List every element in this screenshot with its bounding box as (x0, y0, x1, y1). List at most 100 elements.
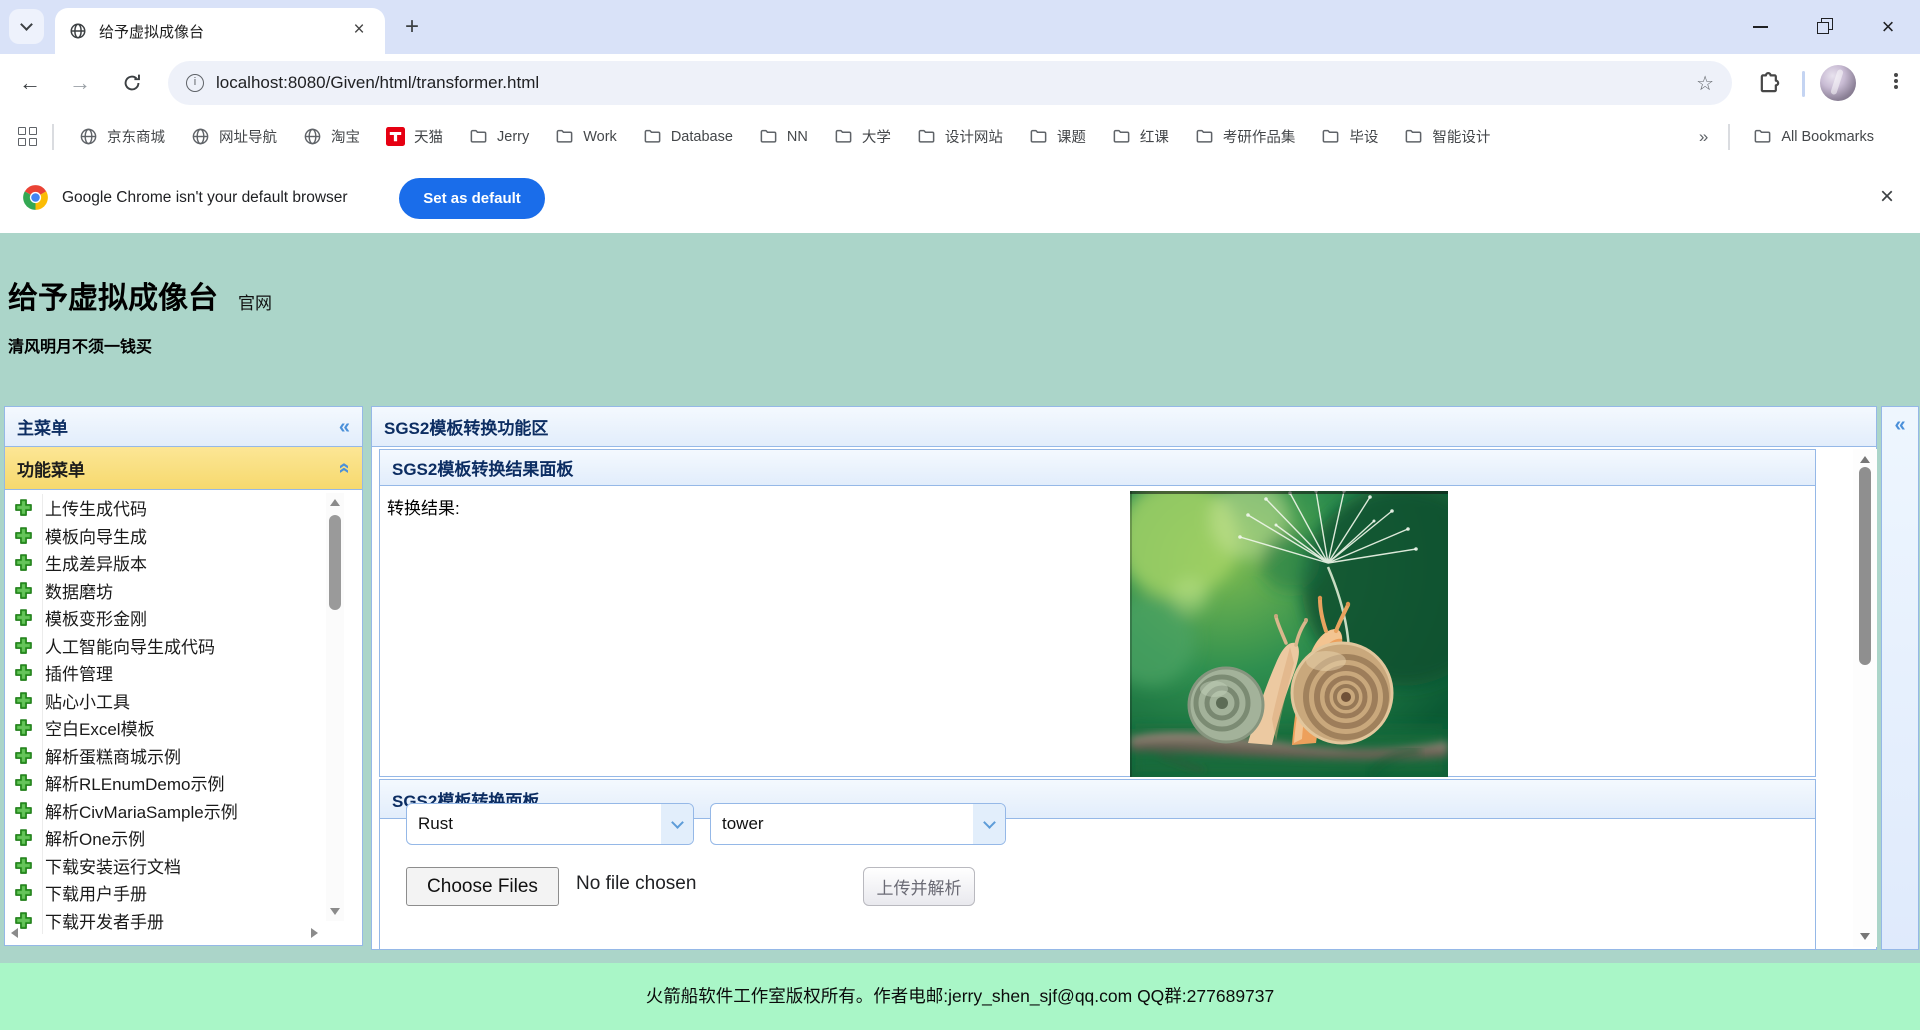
minimize-button[interactable] (1728, 5, 1792, 49)
menu-item-parse-civmariasample[interactable]: 解析CivMariaSample示例 (5, 797, 322, 825)
expand-left-icon[interactable]: « (1894, 415, 1905, 435)
site-slogan: 清风明月不须一钱买 (8, 333, 152, 357)
menu-item-parse-cake-mall[interactable]: 解析蛋糕商城示例 (5, 742, 322, 770)
address-bar[interactable]: i localhost:8080/Given/html/transformer.… (168, 61, 1732, 105)
all-bookmarks-button[interactable]: All Bookmarks (1753, 127, 1874, 146)
official-site-link[interactable]: 官网 (238, 289, 272, 317)
chevron-down-icon[interactable] (973, 804, 1005, 844)
green-plus-icon (14, 691, 33, 710)
scroll-down-arrow[interactable] (330, 908, 340, 915)
bookmark-item[interactable]: Work (555, 127, 617, 146)
chrome-logo-icon (22, 184, 49, 211)
menu-item-blank-excel[interactable]: 空白Excel模板 (5, 714, 322, 742)
bookmark-item[interactable]: 智能设计 (1404, 126, 1490, 147)
bookmark-item[interactable]: 京东商城 (79, 126, 165, 147)
collapse-up-icon[interactable]: « (339, 458, 350, 478)
scroll-down-arrow[interactable] (1860, 933, 1870, 940)
bookmark-star-icon[interactable]: ☆ (1696, 71, 1714, 96)
green-plus-icon (14, 718, 33, 737)
collapse-left-icon[interactable]: « (339, 417, 350, 437)
scrollbar-thumb[interactable] (329, 515, 341, 610)
accordion-header-function-menu[interactable]: 功能菜单 « (5, 447, 362, 490)
result-image-snails (1130, 491, 1448, 777)
menu-item-upload-generate[interactable]: 上传生成代码 (5, 494, 322, 522)
folder-icon (469, 127, 488, 146)
result-panel-content: 转换结果: (380, 486, 1815, 776)
bookmark-item[interactable]: 考研作品集 (1195, 126, 1296, 147)
sidebar-vertical-scrollbar[interactable] (326, 493, 344, 921)
bookmark-item[interactable]: NN (759, 127, 808, 146)
east-collapsed-panel[interactable]: « (1881, 406, 1919, 950)
green-plus-icon (14, 746, 33, 765)
function-menu-body: 上传生成代码 模板向导生成 生成差异版本 数据磨坊 模板变形金刚 人工智能向导生… (5, 491, 362, 945)
menu-item-ai-wizard[interactable]: 人工智能向导生成代码 (5, 632, 322, 660)
site-info-icon[interactable]: i (186, 74, 204, 92)
menu-item-template-wizard[interactable]: 模板向导生成 (5, 522, 322, 550)
green-plus-icon (14, 801, 33, 820)
globe-icon (191, 127, 210, 146)
restore-button[interactable] (1792, 5, 1856, 49)
minimize-icon (1753, 26, 1768, 28)
folder-icon (1753, 127, 1772, 146)
main-vertical-scrollbar[interactable] (1853, 449, 1877, 947)
menu-item-download-install-doc[interactable]: 下载安装运行文档 (5, 852, 322, 880)
result-panel-header: SGS2模板转换结果面板 (380, 450, 1815, 486)
menu-item-parse-rlenumdemo[interactable]: 解析RLEnumDemo示例 (5, 769, 322, 797)
bookmark-item[interactable]: 课题 (1029, 126, 1086, 147)
bookmark-item[interactable]: 天猫 (386, 126, 443, 147)
menu-item-parse-one[interactable]: 解析One示例 (5, 824, 322, 852)
close-button[interactable]: × (1856, 5, 1920, 49)
bookmarks-bar: 京东商城 网址导航 淘宝 天猫 Jerry Work Database NN 大… (0, 112, 1920, 161)
green-plus-icon (14, 608, 33, 627)
bookmark-item[interactable]: 红课 (1112, 126, 1169, 147)
menu-item-data-mill[interactable]: 数据磨坊 (5, 577, 322, 605)
chevron-down-icon (20, 18, 33, 31)
menu-item-template-transformer[interactable]: 模板变形金刚 (5, 604, 322, 632)
tab-list-chevron-button[interactable] (9, 9, 44, 44)
bookmark-item[interactable]: Database (643, 127, 733, 146)
banner-message: Google Chrome isn't your default browser (62, 186, 348, 210)
forward-button[interactable]: → (64, 67, 96, 99)
site-title: 给予虚拟成像台 (8, 273, 218, 317)
scroll-up-arrow[interactable] (330, 499, 340, 506)
folder-icon (759, 127, 778, 146)
bookmark-item[interactable]: 淘宝 (303, 126, 360, 147)
scrollbar-thumb[interactable] (1859, 467, 1871, 665)
tab-close-icon[interactable]: × (347, 19, 371, 43)
new-tab-button[interactable]: + (398, 14, 426, 42)
banner-close-icon[interactable]: × (1872, 183, 1902, 211)
green-plus-icon (14, 553, 33, 572)
profile-avatar[interactable] (1820, 65, 1856, 101)
upload-parse-button[interactable]: 上传并解析 (863, 867, 975, 906)
framework-combobox[interactable]: tower (710, 803, 1006, 845)
menu-item-download-user-manual[interactable]: 下载用户手册 (5, 879, 322, 907)
scroll-up-arrow[interactable] (1860, 456, 1870, 463)
menu-item-diff-version[interactable]: 生成差异版本 (5, 549, 322, 577)
bookmark-item[interactable]: 大学 (834, 126, 891, 147)
bookmarks-overflow-chevron[interactable]: » (1689, 127, 1718, 147)
globe-icon (303, 127, 322, 146)
browser-menu-icon[interactable] (1884, 71, 1908, 95)
menu-item-download-dev-manual[interactable]: 下载开发者手册 (5, 907, 322, 935)
extensions-icon[interactable] (1756, 69, 1784, 97)
menu-item-plugin-manage[interactable]: 插件管理 (5, 659, 322, 687)
bookmark-item[interactable]: 毕设 (1321, 126, 1378, 147)
browser-tab[interactable]: 给予虚拟成像台 × (55, 8, 385, 54)
back-button[interactable]: ← (14, 67, 46, 99)
chevron-down-icon[interactable] (661, 804, 693, 844)
scroll-right-arrow[interactable] (311, 928, 318, 938)
set-as-default-button[interactable]: Set as default (399, 178, 545, 219)
bookmark-item[interactable]: 设计网站 (917, 126, 1003, 147)
bookmark-item[interactable]: Jerry (469, 127, 529, 146)
result-panel: SGS2模板转换结果面板 转换结果: (379, 449, 1816, 777)
sidebar-panel: 主菜单 « 功能菜单 « 上传生成代码 模板向导生成 生成差异版本 数据磨坊 模… (4, 406, 363, 946)
apps-grid-icon[interactable] (18, 127, 38, 147)
scroll-left-arrow[interactable] (11, 928, 18, 938)
copyright-text: 火箭船软件工作室版权所有。作者电邮:jerry_shen_sjf@qq.com … (0, 963, 1920, 1030)
language-combobox[interactable]: Rust (406, 803, 694, 845)
main-region-body: SGS2模板转换结果面板 转换结果: (372, 447, 1876, 949)
reload-button[interactable] (116, 67, 148, 99)
menu-item-handy-tools[interactable]: 贴心小工具 (5, 687, 322, 715)
bookmark-item[interactable]: 网址导航 (191, 126, 277, 147)
choose-files-button[interactable]: Choose Files (406, 867, 559, 906)
